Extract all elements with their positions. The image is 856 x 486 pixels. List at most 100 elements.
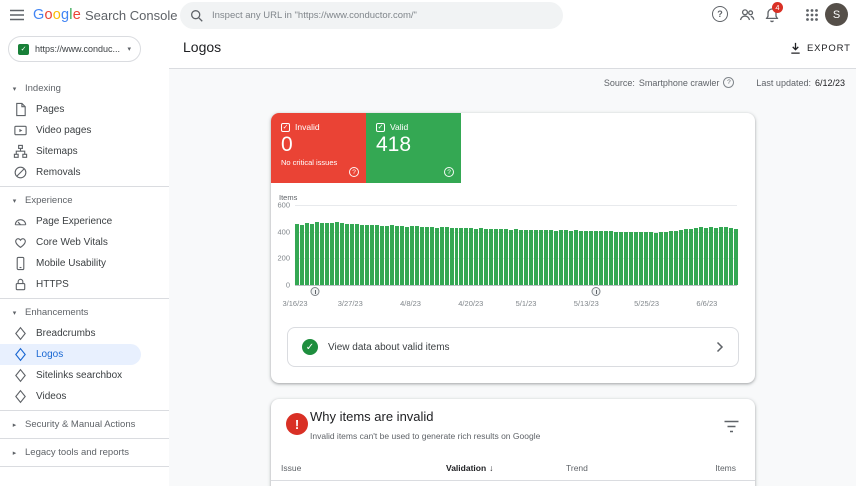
chart-bar[interactable]	[554, 230, 559, 285]
brand[interactable]: Google Search Console	[33, 0, 177, 30]
sidebar-item-https[interactable]: HTTPS	[0, 274, 141, 295]
chart-bar[interactable]	[663, 231, 668, 285]
chart-bar[interactable]	[618, 231, 623, 285]
property-selector[interactable]: ✓ https://www.conduc... ▾	[8, 36, 141, 62]
url-inspection-bar[interactable]	[180, 2, 563, 29]
chart-bar[interactable]	[439, 226, 444, 285]
chart-bar[interactable]	[549, 230, 554, 285]
chart-bar[interactable]	[464, 227, 469, 285]
chart-bar[interactable]	[569, 230, 574, 285]
chart-bar[interactable]	[484, 228, 489, 285]
chart-bar[interactable]	[708, 227, 713, 285]
sidebar-item-videos[interactable]: Videos	[0, 386, 141, 407]
chart-bar[interactable]	[599, 231, 604, 285]
view-valid-items-row[interactable]: ✓ View data about valid items	[287, 327, 739, 367]
chart-bar[interactable]	[349, 223, 354, 285]
column-items[interactable]: Items	[715, 463, 736, 473]
chart-bar[interactable]	[683, 229, 688, 285]
chart-bar[interactable]	[693, 227, 698, 285]
chart-bar[interactable]	[309, 223, 314, 285]
chart-bar[interactable]	[653, 232, 658, 285]
chart-bar[interactable]	[354, 224, 359, 285]
chart-bar[interactable]	[314, 222, 319, 285]
chart-bar[interactable]	[429, 227, 434, 285]
sidebar-item-pages[interactable]: Pages	[0, 99, 141, 120]
apps-grid-icon[interactable]	[804, 7, 819, 22]
chart-bar[interactable]	[474, 228, 479, 285]
chart-bar[interactable]	[339, 223, 344, 285]
column-trend[interactable]: Trend	[566, 463, 588, 473]
sidebar-item-sitelinks-searchbox[interactable]: Sitelinks searchbox	[0, 365, 141, 386]
chart-bar[interactable]	[394, 225, 399, 285]
chart-bar[interactable]	[638, 232, 643, 285]
checkbox-checked-icon[interactable]: ✓	[376, 122, 385, 132]
chart-bar[interactable]	[688, 228, 693, 285]
chart-bar[interactable]	[399, 226, 404, 285]
chart-bar[interactable]	[594, 231, 599, 285]
invalid-banner[interactable]: ✓ Invalid 0 No critical issues ?	[271, 113, 366, 183]
url-inspection-input[interactable]	[212, 10, 553, 21]
export-button[interactable]: EXPORT	[789, 39, 851, 57]
chart-bar[interactable]	[678, 229, 683, 285]
timeline-marker-icon[interactable]	[310, 287, 320, 296]
chart-bar[interactable]	[728, 227, 733, 285]
sidebar-section-legacy-tools[interactable]: ▸ Legacy tools and reports	[0, 442, 169, 463]
chart-bar[interactable]	[319, 222, 324, 285]
chart-bar[interactable]	[469, 228, 474, 285]
chart-bar[interactable]	[334, 222, 339, 285]
chart-bar[interactable]	[633, 232, 638, 285]
chart-bar[interactable]	[668, 231, 673, 285]
chart-bar[interactable]	[444, 227, 449, 285]
timeline-marker-icon[interactable]	[591, 287, 601, 296]
sidebar-section-indexing[interactable]: ▾ Indexing	[0, 78, 169, 99]
sidebar-item-sitemaps[interactable]: Sitemaps	[0, 141, 141, 162]
chart-bar[interactable]	[718, 227, 723, 285]
chart-bar[interactable]	[434, 227, 439, 285]
chart-bar[interactable]	[643, 231, 648, 285]
chart-bar[interactable]	[658, 232, 663, 285]
chart-bar[interactable]	[494, 229, 499, 285]
chart-bar[interactable]	[424, 226, 429, 285]
chart-bar[interactable]	[384, 225, 389, 285]
chart-bar[interactable]	[404, 226, 409, 285]
chart-bar[interactable]	[623, 232, 628, 285]
chart-bar[interactable]	[459, 228, 464, 285]
sidebar-section-experience[interactable]: ▾ Experience	[0, 190, 169, 211]
chart-bar[interactable]	[344, 223, 349, 285]
chart-bar[interactable]	[379, 225, 384, 285]
chart-bar[interactable]	[733, 229, 738, 285]
chart-bar[interactable]	[479, 228, 484, 285]
chart-bar[interactable]	[359, 224, 364, 285]
chart-bar[interactable]	[564, 230, 569, 285]
chart-bar[interactable]	[295, 223, 299, 285]
valid-banner[interactable]: ✓ Valid 418 ?	[366, 113, 461, 183]
chart-bar[interactable]	[539, 230, 544, 285]
chart-bar[interactable]	[374, 224, 379, 285]
chart-bar[interactable]	[648, 232, 653, 285]
chart-bar[interactable]	[369, 225, 374, 285]
chart-bar[interactable]	[414, 226, 419, 285]
sidebar-item-mobile-usability[interactable]: Mobile Usability	[0, 253, 141, 274]
help-icon[interactable]: ?	[712, 6, 728, 22]
sidebar-item-video-pages[interactable]: Video pages	[0, 120, 141, 141]
sidebar-section-security-manual-actions[interactable]: ▸ Security & Manual Actions	[0, 414, 169, 435]
chart-bar[interactable]	[324, 223, 329, 285]
manage-users-icon[interactable]	[738, 6, 756, 24]
invalid-help-icon[interactable]: ?	[349, 167, 359, 177]
chart-bar[interactable]	[698, 227, 703, 285]
chart-bar[interactable]	[409, 225, 414, 285]
chart-bar[interactable]	[673, 230, 678, 285]
chart-bar[interactable]	[534, 229, 539, 285]
sidebar-section-enhancements[interactable]: ▾ Enhancements	[0, 302, 169, 323]
chart-bar[interactable]	[614, 231, 618, 285]
chart-bar[interactable]	[419, 226, 424, 285]
chart-bar[interactable]	[559, 230, 564, 285]
chart-bar[interactable]	[304, 222, 309, 285]
chart-bar[interactable]	[454, 227, 459, 285]
chart-bar[interactable]	[723, 227, 728, 285]
chart-bar[interactable]	[628, 231, 633, 285]
valid-help-icon[interactable]: ?	[444, 167, 454, 177]
chart-bar[interactable]	[449, 227, 454, 285]
filter-icon[interactable]	[724, 420, 739, 433]
chart-bar[interactable]	[489, 229, 494, 285]
